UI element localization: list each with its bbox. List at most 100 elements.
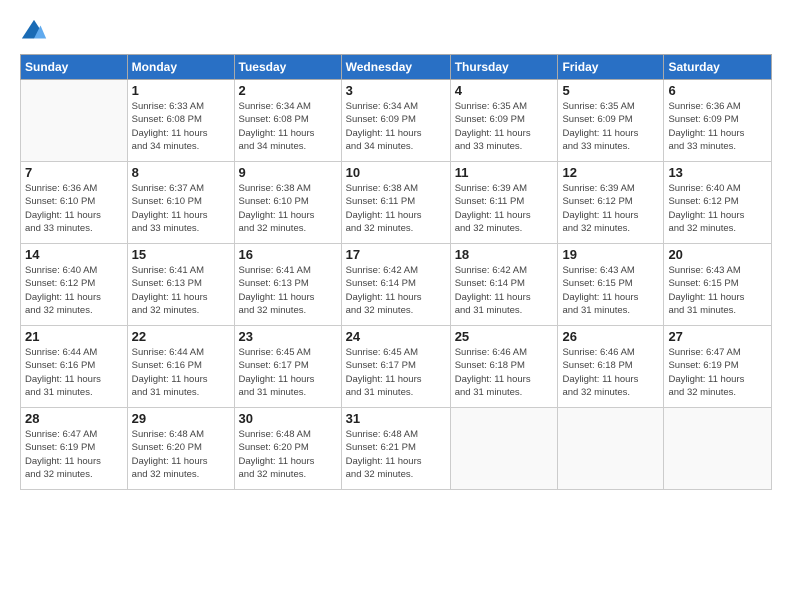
day-info: Sunrise: 6:45 AM Sunset: 6:17 PM Dayligh… xyxy=(239,346,337,399)
day-number: 28 xyxy=(25,411,123,426)
day-number: 1 xyxy=(132,83,230,98)
weekday-header-saturday: Saturday xyxy=(664,55,772,80)
calendar-cell: 23 Sunrise: 6:45 AM Sunset: 6:17 PM Dayli… xyxy=(234,326,341,408)
day-number: 16 xyxy=(239,247,337,262)
calendar-cell: 15Sunrise: 6:41 AM Sunset: 6:13 PM Dayli… xyxy=(127,244,234,326)
day-info: Sunrise: 6:38 AM Sunset: 6:11 PM Dayligh… xyxy=(346,182,446,235)
day-number: 18 xyxy=(455,247,554,262)
day-number: 10 xyxy=(346,165,446,180)
weekday-header-friday: Friday xyxy=(558,55,664,80)
calendar-cell: 17Sunrise: 6:42 AM Sunset: 6:14 PM Dayli… xyxy=(341,244,450,326)
calendar-header-row: SundayMondayTuesdayWednesdayThursdayFrid… xyxy=(21,55,772,80)
calendar-cell: 10 Sunrise: 6:38 AM Sunset: 6:11 PM Dayli… xyxy=(341,162,450,244)
logo xyxy=(20,18,50,46)
calendar-cell: 19 Sunrise: 6:43 AM Sunset: 6:15 PM Dayli… xyxy=(558,244,664,326)
day-number: 27 xyxy=(668,329,767,344)
calendar-week-row: 7 Sunrise: 6:36 AM Sunset: 6:10 PM Daylig… xyxy=(21,162,772,244)
day-info: Sunrise: 6:34 AM Sunset: 6:09 PM Dayligh… xyxy=(346,100,446,153)
calendar-cell: 25 Sunrise: 6:46 AM Sunset: 6:18 PM Dayli… xyxy=(450,326,558,408)
day-number: 9 xyxy=(239,165,337,180)
day-info: Sunrise: 6:40 AM Sunset: 6:12 PM Dayligh… xyxy=(25,264,123,317)
day-number: 11 xyxy=(455,165,554,180)
day-info: Sunrise: 6:48 AM Sunset: 6:20 PM Dayligh… xyxy=(239,428,337,481)
day-number: 31 xyxy=(346,411,446,426)
day-info: Sunrise: 6:44 AM Sunset: 6:16 PM Dayligh… xyxy=(132,346,230,399)
header xyxy=(20,18,772,46)
calendar-cell: 1Sunrise: 6:33 AM Sunset: 6:08 PM Daylig… xyxy=(127,80,234,162)
day-number: 4 xyxy=(455,83,554,98)
day-info: Sunrise: 6:36 AM Sunset: 6:09 PM Dayligh… xyxy=(668,100,767,153)
day-info: Sunrise: 6:44 AM Sunset: 6:16 PM Dayligh… xyxy=(25,346,123,399)
day-number: 2 xyxy=(239,83,337,98)
calendar-week-row: 1Sunrise: 6:33 AM Sunset: 6:08 PM Daylig… xyxy=(21,80,772,162)
day-number: 24 xyxy=(346,329,446,344)
day-info: Sunrise: 6:35 AM Sunset: 6:09 PM Dayligh… xyxy=(562,100,659,153)
weekday-header-sunday: Sunday xyxy=(21,55,128,80)
calendar-cell: 6 Sunrise: 6:36 AM Sunset: 6:09 PM Daylig… xyxy=(664,80,772,162)
day-number: 19 xyxy=(562,247,659,262)
logo-icon xyxy=(20,18,48,46)
day-number: 6 xyxy=(668,83,767,98)
calendar-cell: 31 Sunrise: 6:48 AM Sunset: 6:21 PM Dayli… xyxy=(341,408,450,490)
calendar-cell: 7 Sunrise: 6:36 AM Sunset: 6:10 PM Daylig… xyxy=(21,162,128,244)
page: SundayMondayTuesdayWednesdayThursdayFrid… xyxy=(0,0,792,612)
day-number: 29 xyxy=(132,411,230,426)
day-info: Sunrise: 6:46 AM Sunset: 6:18 PM Dayligh… xyxy=(455,346,554,399)
day-number: 8 xyxy=(132,165,230,180)
day-info: Sunrise: 6:41 AM Sunset: 6:13 PM Dayligh… xyxy=(239,264,337,317)
day-number: 23 xyxy=(239,329,337,344)
calendar-cell: 11 Sunrise: 6:39 AM Sunset: 6:11 PM Dayli… xyxy=(450,162,558,244)
day-number: 25 xyxy=(455,329,554,344)
day-info: Sunrise: 6:42 AM Sunset: 6:14 PM Dayligh… xyxy=(455,264,554,317)
calendar-cell: 20Sunrise: 6:43 AM Sunset: 6:15 PM Dayli… xyxy=(664,244,772,326)
calendar-cell: 18 Sunrise: 6:42 AM Sunset: 6:14 PM Dayli… xyxy=(450,244,558,326)
calendar-cell: 5 Sunrise: 6:35 AM Sunset: 6:09 PM Daylig… xyxy=(558,80,664,162)
day-info: Sunrise: 6:35 AM Sunset: 6:09 PM Dayligh… xyxy=(455,100,554,153)
calendar-cell: 16 Sunrise: 6:41 AM Sunset: 6:13 PM Dayli… xyxy=(234,244,341,326)
calendar-cell: 28 Sunrise: 6:47 AM Sunset: 6:19 PM Dayli… xyxy=(21,408,128,490)
calendar-week-row: 21 Sunrise: 6:44 AM Sunset: 6:16 PM Dayli… xyxy=(21,326,772,408)
day-info: Sunrise: 6:39 AM Sunset: 6:11 PM Dayligh… xyxy=(455,182,554,235)
weekday-header-tuesday: Tuesday xyxy=(234,55,341,80)
day-number: 14 xyxy=(25,247,123,262)
calendar-cell: 8Sunrise: 6:37 AM Sunset: 6:10 PM Daylig… xyxy=(127,162,234,244)
day-number: 17 xyxy=(346,247,446,262)
calendar-cell: 29 Sunrise: 6:48 AM Sunset: 6:20 PM Dayli… xyxy=(127,408,234,490)
calendar-cell: 26Sunrise: 6:46 AM Sunset: 6:18 PM Dayli… xyxy=(558,326,664,408)
day-info: Sunrise: 6:46 AM Sunset: 6:18 PM Dayligh… xyxy=(562,346,659,399)
day-info: Sunrise: 6:48 AM Sunset: 6:20 PM Dayligh… xyxy=(132,428,230,481)
day-number: 21 xyxy=(25,329,123,344)
day-info: Sunrise: 6:36 AM Sunset: 6:10 PM Dayligh… xyxy=(25,182,123,235)
day-info: Sunrise: 6:40 AM Sunset: 6:12 PM Dayligh… xyxy=(668,182,767,235)
day-number: 22 xyxy=(132,329,230,344)
calendar-cell xyxy=(558,408,664,490)
calendar-cell: 3Sunrise: 6:34 AM Sunset: 6:09 PM Daylig… xyxy=(341,80,450,162)
weekday-header-thursday: Thursday xyxy=(450,55,558,80)
day-info: Sunrise: 6:47 AM Sunset: 6:19 PM Dayligh… xyxy=(668,346,767,399)
calendar-cell: 2 Sunrise: 6:34 AM Sunset: 6:08 PM Daylig… xyxy=(234,80,341,162)
calendar-cell: 14 Sunrise: 6:40 AM Sunset: 6:12 PM Dayli… xyxy=(21,244,128,326)
calendar-cell: 27 Sunrise: 6:47 AM Sunset: 6:19 PM Dayli… xyxy=(664,326,772,408)
calendar-cell: 12 Sunrise: 6:39 AM Sunset: 6:12 PM Dayli… xyxy=(558,162,664,244)
day-info: Sunrise: 6:34 AM Sunset: 6:08 PM Dayligh… xyxy=(239,100,337,153)
day-number: 13 xyxy=(668,165,767,180)
day-number: 5 xyxy=(562,83,659,98)
day-number: 15 xyxy=(132,247,230,262)
day-info: Sunrise: 6:45 AM Sunset: 6:17 PM Dayligh… xyxy=(346,346,446,399)
day-number: 7 xyxy=(25,165,123,180)
day-number: 12 xyxy=(562,165,659,180)
calendar-cell: 22 Sunrise: 6:44 AM Sunset: 6:16 PM Dayli… xyxy=(127,326,234,408)
calendar-cell xyxy=(21,80,128,162)
day-info: Sunrise: 6:43 AM Sunset: 6:15 PM Dayligh… xyxy=(562,264,659,317)
day-info: Sunrise: 6:39 AM Sunset: 6:12 PM Dayligh… xyxy=(562,182,659,235)
day-info: Sunrise: 6:43 AM Sunset: 6:15 PM Dayligh… xyxy=(668,264,767,317)
day-info: Sunrise: 6:48 AM Sunset: 6:21 PM Dayligh… xyxy=(346,428,446,481)
calendar-table: SundayMondayTuesdayWednesdayThursdayFrid… xyxy=(20,54,772,490)
day-info: Sunrise: 6:47 AM Sunset: 6:19 PM Dayligh… xyxy=(25,428,123,481)
calendar-cell xyxy=(450,408,558,490)
calendar-cell: 21 Sunrise: 6:44 AM Sunset: 6:16 PM Dayli… xyxy=(21,326,128,408)
calendar-cell xyxy=(664,408,772,490)
calendar-cell: 13 Sunrise: 6:40 AM Sunset: 6:12 PM Dayli… xyxy=(664,162,772,244)
calendar-cell: 24 Sunrise: 6:45 AM Sunset: 6:17 PM Dayli… xyxy=(341,326,450,408)
calendar-cell: 9Sunrise: 6:38 AM Sunset: 6:10 PM Daylig… xyxy=(234,162,341,244)
